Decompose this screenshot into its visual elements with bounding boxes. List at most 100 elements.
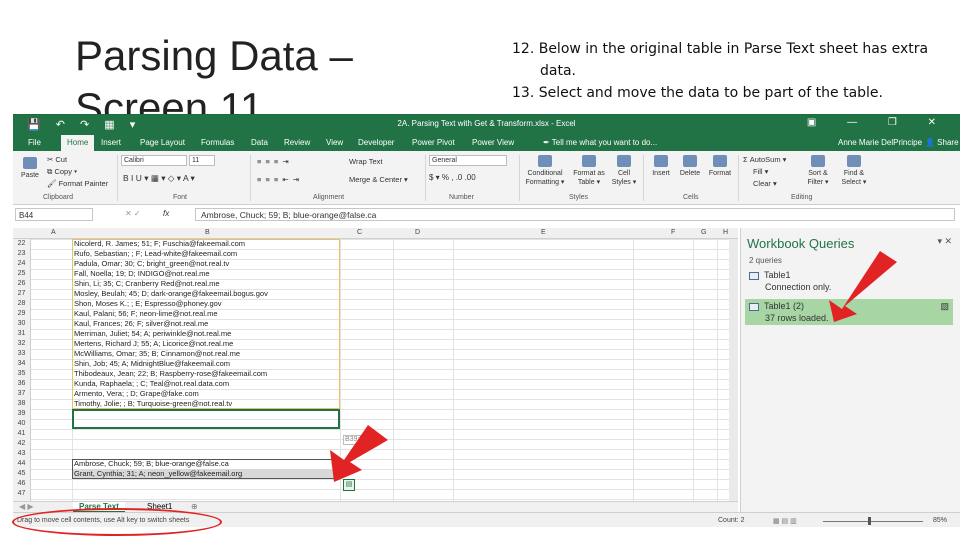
column-header[interactable]: D [415,229,420,236]
tab-formulas[interactable]: Formulas [201,138,234,147]
row-number[interactable]: 36 [13,379,30,389]
row-number[interactable]: 37 [13,389,30,399]
tab-home[interactable]: Home [61,135,95,151]
tab-insert[interactable]: Insert [101,138,121,147]
alignment-buttons[interactable]: ≡ ≡ ≡ ⇥ [257,157,290,166]
zoom-level[interactable]: 85% [933,517,947,524]
column-header[interactable]: G [701,229,706,236]
row-number[interactable]: 33 [13,349,30,359]
row-number[interactable]: 27 [13,289,30,299]
conditional-formatting-button[interactable]: Conditional Formatting ▾ [521,155,569,187]
table-row[interactable]: Kunda, Raphaela; ; C; Teal@not.real.data… [72,379,229,389]
autosum-button[interactable]: Σ AutoSum ▾ [743,155,786,164]
pane-close-icon[interactable]: ▾ ✕ [937,236,952,247]
tab-data[interactable]: Data [251,138,268,147]
cell-styles-button[interactable]: Cell Styles ▾ [609,155,639,187]
row-number[interactable]: 22 [13,239,30,249]
table-row[interactable]: Kaul, Frances; 26; F; silver@not.real.me [72,319,208,329]
row-number[interactable]: 47 [13,489,30,499]
table-row[interactable]: Shin, Li; 35; C; Cranberry Red@not.real.… [72,279,220,289]
column-header[interactable]: E [541,229,546,236]
user-name[interactable]: Anne Marie DelPrincipe [838,138,922,147]
merge-center-button[interactable]: Merge & Center ▾ [349,175,408,184]
column-header[interactable]: A [51,229,56,236]
row-number[interactable]: 25 [13,269,30,279]
column-header[interactable]: F [671,229,675,236]
sort-filter-button[interactable]: Sort & Filter ▾ [801,155,835,187]
share-button[interactable]: 👤 Share [925,138,959,147]
column-header[interactable]: H [723,229,728,236]
format-as-table-button[interactable]: Format as Table ▾ [571,155,607,187]
vertical-scrollbar[interactable] [729,239,738,501]
row-number[interactable]: 45 [13,469,30,479]
zoom-slider-thumb[interactable] [868,517,871,525]
table-row[interactable]: Nicolerd, R. James; 51; F; Fuschia@fakee… [72,239,245,249]
table-row[interactable]: Kaul, Palani; 56; F; neon-lime@not.real.… [72,309,218,319]
row-number[interactable]: 23 [13,249,30,259]
find-select-button[interactable]: Find & Select ▾ [837,155,871,187]
query-item-table1[interactable]: Table1 Connection only. [745,268,953,294]
query-item-table1-2[interactable]: Table1 (2) 37 rows loaded. ▧ [745,299,953,325]
number-format-buttons[interactable]: $ ▾ % , .0 .00 [429,173,476,182]
cut-button[interactable]: ✂ Cut [47,155,67,164]
table-row[interactable]: Thibodeaux, Jean; 22; B; Raspberry-rose@… [72,369,267,379]
spreadsheet-grid[interactable]: 22 23 24 25 26 27 28 29 30 31 32 33 34 35 36 37 38 39 40 41… [13,239,738,501]
row-number[interactable]: 42 [13,439,30,449]
paste-button[interactable]: Paste [15,157,45,180]
row-number[interactable]: 39 [13,409,30,419]
tab-view[interactable]: View [326,138,343,147]
sheet-nav-arrows[interactable]: ◀ ▶ [19,502,34,511]
row-number[interactable]: 41 [13,429,30,439]
row-number[interactable]: 35 [13,369,30,379]
selected-range[interactable] [72,459,340,479]
view-buttons[interactable]: ▦ ▤ ▥ [773,517,797,525]
format-cells-button[interactable]: Format [705,155,735,178]
align-buttons-lower[interactable]: ≡ ≡ ≡ ⇤ ⇥ [257,175,300,184]
row-number[interactable]: 26 [13,279,30,289]
table-row[interactable]: Armento, Vera; ; D; Grape@fake.com [72,389,199,399]
name-box[interactable]: B44 [15,208,93,221]
tab-page-layout[interactable]: Page Layout [140,138,185,147]
row-number[interactable]: 24 [13,259,30,269]
tab-power-view[interactable]: Power View [472,138,514,147]
font-format-buttons[interactable]: B I U ▾ ▦ ▾ ◇ ▾ A ▾ [123,173,195,184]
table-row[interactable]: Padula, Omar; 30; C; bright_green@not.re… [72,259,229,269]
row-number[interactable]: 29 [13,309,30,319]
edit-query-icon[interactable]: ▧ [940,301,949,312]
cancel-enter-icons[interactable]: ✕ ✓ [125,209,141,218]
tab-developer[interactable]: Developer [358,138,394,147]
row-number[interactable]: 31 [13,329,30,339]
font-name-select[interactable]: Calibri [121,155,187,166]
column-header[interactable]: B [205,229,210,236]
insert-cells-button[interactable]: Insert [646,155,676,178]
delete-cells-button[interactable]: Delete [675,155,705,178]
table-row[interactable]: Shin, Job; 45; A; MidnightBlue@fakeemail… [72,359,230,369]
tell-me-search[interactable]: ✒ Tell me what you want to do... [543,138,657,147]
row-number[interactable]: 30 [13,319,30,329]
table-row[interactable]: Shon, Moses K.; ; E; Espresso@phoney.gov [72,299,222,309]
row-number[interactable]: 44 [13,459,30,469]
table-row[interactable]: McWilliams, Omar; 35; B; Cinnamon@not.re… [72,349,240,359]
row-number[interactable]: 34 [13,359,30,369]
row-number[interactable]: 38 [13,399,30,409]
drop-target-cell[interactable] [72,409,340,429]
tab-file[interactable]: File [28,138,41,147]
font-size-select[interactable]: 11 [189,155,215,166]
format-painter-button[interactable]: 🖌 Format Painter [47,179,108,188]
table-row[interactable]: Mertens, Richard J; 55; A; Licorice@not.… [72,339,233,349]
row-number[interactable]: 46 [13,479,30,489]
table-row[interactable]: Rufo, Sebastian; ; F; Lead-white@fakeema… [72,249,237,259]
row-number[interactable]: 43 [13,449,30,459]
number-format-select[interactable]: General [429,155,507,166]
formula-input[interactable]: Ambrose, Chuck; 59; B; blue-orange@false… [195,208,955,221]
clear-button[interactable]: Clear ▾ [753,179,777,188]
row-number[interactable]: 28 [13,299,30,309]
table-row[interactable]: Merriman, Juliet; 54; A; periwinkle@not.… [72,329,231,339]
copy-button[interactable]: ⧉ Copy ▾ [47,167,77,177]
zoom-slider[interactable] [823,521,923,522]
table-row[interactable]: Fall, Noella; 19; D; INDIGO@not.real.me [72,269,210,279]
tab-power-pivot[interactable]: Power Pivot [412,138,455,147]
table-row[interactable]: Mosley, Beulah; 45; D; dark-orange@fakee… [72,289,268,299]
function-icon[interactable]: fx [163,209,169,218]
row-number[interactable]: 32 [13,339,30,349]
